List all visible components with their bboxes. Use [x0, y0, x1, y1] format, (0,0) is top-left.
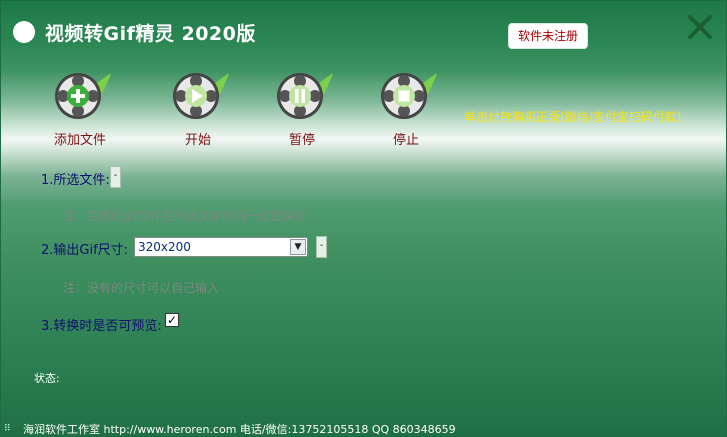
preview-label: 3.转换时是否可预览: [41, 319, 162, 334]
close-icon [688, 15, 712, 39]
output-size-label: 2.输出Gif尺寸: [41, 243, 129, 258]
pause-button[interactable]: 暂停 [262, 71, 342, 148]
selected-file-label: 1.所选文件: [41, 173, 110, 188]
preview-checkbox[interactable]: ✓ [165, 313, 179, 327]
purchase-link[interactable]: 单击付款购买正版(微信/支付宝扫码付款) [464, 108, 681, 125]
resize-grip-icon: ⠿ [4, 424, 11, 434]
add-icon [53, 71, 111, 121]
select-file-button[interactable]: - [110, 166, 121, 188]
close-button[interactable] [686, 14, 714, 42]
app-window: 视频转Gif精灵 2020版 软件未注册 添加文件 开始 暂停 停止 单击付款购… [0, 0, 727, 437]
pause-label: 暂停 [288, 133, 315, 148]
status-label: 状态: [34, 372, 60, 385]
size-extra-button[interactable]: - [316, 236, 327, 258]
size-note: 注：没有的尺寸可以自己输入 [63, 281, 220, 295]
add-file-label: 添加文件 [53, 133, 106, 148]
start-label: 开始 [184, 133, 211, 148]
app-logo-icon [13, 21, 35, 43]
stop-label: 停止 [392, 133, 419, 148]
unregistered-button[interactable]: 软件未注册 [508, 23, 588, 49]
stop-button[interactable]: 停止 [366, 71, 446, 148]
stop-icon [379, 71, 437, 121]
file-note: 注：生成的gif文件在所选文件的同一位置保存 [63, 209, 307, 223]
chevron-down-icon[interactable]: ▼ [290, 239, 306, 255]
footer-text: 海润软件工作室 http://www.heroren.com 电话/微信:137… [23, 423, 456, 436]
output-size-select[interactable]: 320x200 ▼ [134, 237, 308, 257]
pause-icon [275, 71, 333, 121]
play-icon [171, 71, 229, 121]
output-size-value: 320x200 [138, 240, 191, 254]
window-title: 视频转Gif精灵 2020版 [45, 23, 256, 45]
add-file-button[interactable]: 添加文件 [40, 71, 120, 148]
start-button[interactable]: 开始 [158, 71, 238, 148]
